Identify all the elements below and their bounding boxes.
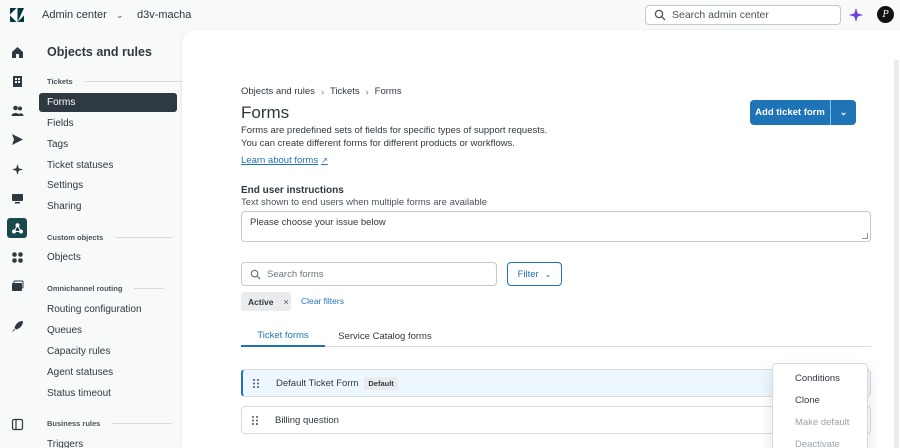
- avatar-initial: P: [882, 9, 889, 20]
- secondary-nav: Objects and rules Tickets Forms Fields T…: [34, 30, 185, 448]
- objects-rules-icon[interactable]: [7, 218, 27, 238]
- nav-item-objects[interactable]: Objects: [39, 248, 177, 267]
- nav-section-heading: Tickets: [47, 77, 185, 86]
- subdomain-label: d3v-macha: [137, 9, 192, 21]
- search-icon: [250, 269, 261, 280]
- nav-item-capacity-rules[interactable]: Capacity rules: [39, 342, 177, 361]
- main-panel: Objects and rules › Tickets › Forms Form…: [182, 30, 900, 448]
- search-forms-box[interactable]: [241, 262, 497, 286]
- apps-icon[interactable]: [8, 248, 26, 266]
- user-avatar[interactable]: P: [877, 6, 894, 23]
- filter-button[interactable]: Filter ⌄: [507, 262, 562, 286]
- channels-icon[interactable]: [8, 130, 26, 148]
- search-icon: [654, 9, 666, 21]
- nav-title: Objects and rules: [47, 45, 152, 59]
- filter-label: Filter: [517, 268, 539, 280]
- search-forms-input[interactable]: [267, 268, 487, 280]
- add-ticket-form-label[interactable]: Add ticket form: [750, 100, 830, 125]
- chevron-down-icon: ⌄: [544, 269, 552, 279]
- external-link-icon: ↗: [321, 156, 328, 165]
- menu-item-make-default: Make default: [795, 417, 850, 428]
- building-icon[interactable]: [8, 72, 26, 90]
- end-user-instructions-textarea[interactable]: Please choose your issue below: [241, 211, 871, 242]
- nav-item-status-timeout[interactable]: Status timeout: [39, 384, 177, 403]
- breadcrumb-tickets[interactable]: Tickets: [330, 86, 360, 97]
- admin-search-box[interactable]: [645, 5, 841, 25]
- home-icon[interactable]: [8, 43, 26, 61]
- icon-rail: [0, 30, 34, 448]
- nav-section-heading: Business rules: [47, 419, 173, 428]
- page-description: Forms are predefined sets of fields for …: [241, 125, 548, 149]
- nav-item-queues[interactable]: Queues: [39, 321, 177, 340]
- form-actions-menu: Conditions Clone Make default Deactivate: [772, 363, 868, 448]
- learn-about-forms-link[interactable]: Learn about forms ↗: [241, 155, 328, 166]
- chip-label: Active: [248, 296, 274, 307]
- nav-item-ticket-statuses[interactable]: Ticket statuses: [39, 156, 177, 175]
- workspaces-icon[interactable]: [8, 189, 26, 207]
- nav-item-sharing[interactable]: Sharing: [39, 197, 177, 216]
- chevron-right-icon: ›: [365, 86, 369, 97]
- active-filter-chip: Active ×: [241, 292, 291, 311]
- learn-link-label: Learn about forms: [241, 155, 319, 166]
- instructions-text: Please choose your issue below: [250, 217, 386, 228]
- nav-item-triggers[interactable]: Triggers: [39, 435, 177, 448]
- panel-toggle-icon[interactable]: [8, 415, 26, 433]
- chevron-down-icon[interactable]: ⌄: [831, 100, 856, 125]
- add-ticket-form-button: Add ticket form ⌄: [750, 100, 856, 125]
- chevron-down-icon: ⌄: [115, 9, 124, 20]
- admin-search-input[interactable]: [672, 9, 832, 21]
- tab-ticket-forms[interactable]: Ticket forms: [241, 325, 325, 347]
- breadcrumb: Objects and rules › Tickets › Forms: [241, 86, 402, 97]
- forms-tabs: Ticket forms Service Catalog forms: [241, 325, 871, 347]
- nav-item-forms[interactable]: Forms: [39, 93, 177, 112]
- nav-item-settings[interactable]: Settings: [39, 176, 177, 195]
- menu-item-clone[interactable]: Clone: [795, 395, 820, 406]
- end-user-instructions-label: End user instructions: [241, 185, 344, 196]
- nav-item-agent-statuses[interactable]: Agent statuses: [39, 363, 177, 382]
- chevron-right-icon: ›: [320, 86, 324, 97]
- people-icon[interactable]: [8, 101, 26, 119]
- close-icon[interactable]: ×: [284, 297, 289, 307]
- account-icon[interactable]: [8, 277, 26, 295]
- nav-section-heading: Custom objects: [47, 233, 174, 242]
- page-scrollbar[interactable]: [894, 60, 899, 448]
- tab-service-catalog-forms[interactable]: Service Catalog forms: [337, 325, 433, 347]
- resize-handle-icon[interactable]: [862, 233, 868, 239]
- end-user-instructions-hint: Text shown to end users when multiple fo…: [241, 197, 488, 208]
- button-divider: [830, 100, 831, 125]
- nav-item-tags[interactable]: Tags: [39, 135, 177, 154]
- default-badge: Default: [364, 376, 398, 390]
- form-name: Default Ticket Form: [276, 377, 359, 389]
- drag-handle-icon[interactable]: [252, 378, 260, 389]
- form-name: Billing question: [275, 414, 339, 426]
- zendesk-logo-icon[interactable]: [10, 8, 24, 22]
- nav-section-heading: Omnichannel routing: [47, 284, 165, 293]
- top-bar: Admin center ⌄ d3v-macha P: [0, 0, 900, 30]
- nav-item-fields[interactable]: Fields: [39, 114, 177, 133]
- sparkle-ai-icon[interactable]: [8, 160, 26, 178]
- breadcrumb-forms: Forms: [374, 86, 402, 97]
- menu-item-deactivate: Deactivate: [795, 439, 840, 448]
- nav-item-routing-configuration[interactable]: Routing configuration: [39, 300, 177, 319]
- clear-filters-link[interactable]: Clear filters: [301, 296, 344, 306]
- drag-handle-icon[interactable]: [251, 415, 259, 426]
- product-name: Admin center: [42, 9, 107, 21]
- menu-item-conditions[interactable]: Conditions: [795, 373, 840, 384]
- product-switcher[interactable]: Admin center ⌄: [42, 9, 123, 21]
- ai-sparkle-icon[interactable]: [849, 8, 863, 22]
- breadcrumb-objects-rules[interactable]: Objects and rules: [241, 86, 315, 97]
- rocket-icon[interactable]: [8, 317, 26, 335]
- page-title: Forms: [241, 103, 290, 122]
